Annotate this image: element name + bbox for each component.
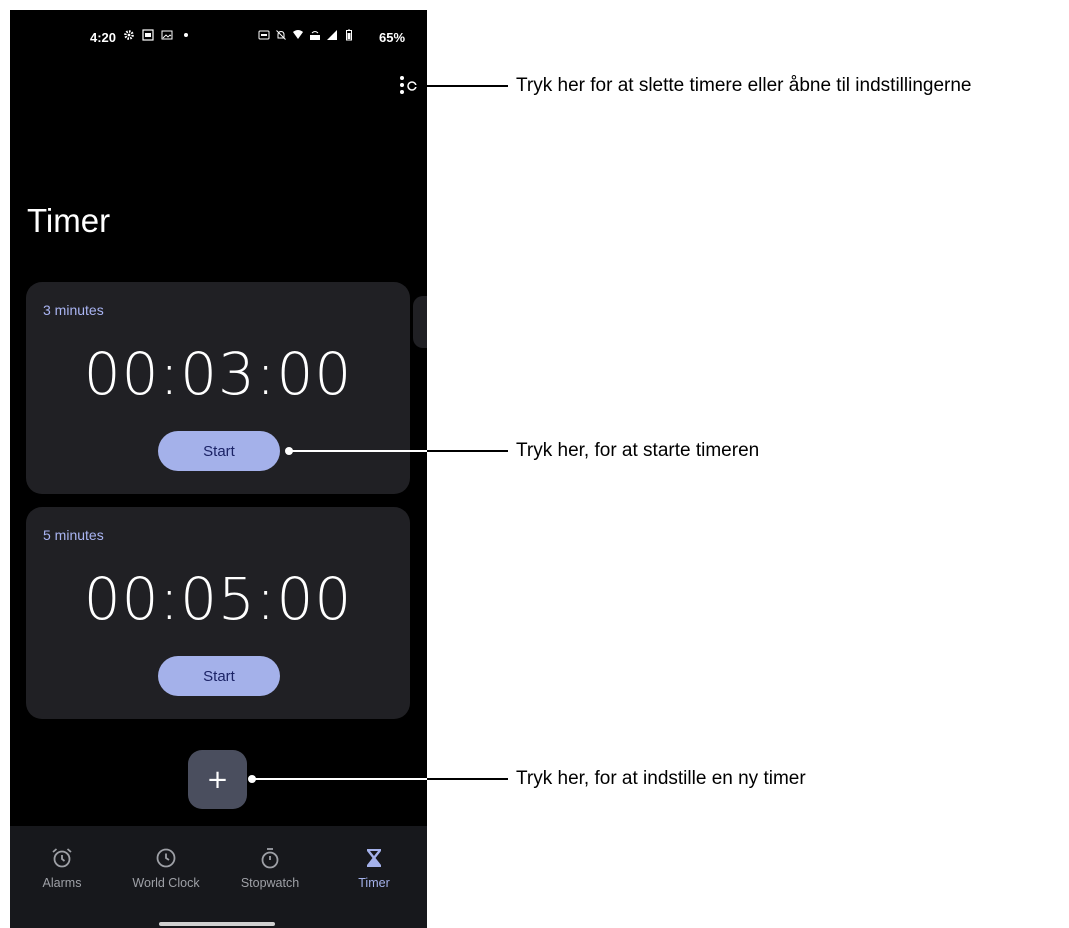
nav-label: Stopwatch bbox=[240, 876, 300, 890]
signal-icon bbox=[327, 30, 337, 40]
nav-item-world-clock[interactable]: World Clock bbox=[114, 826, 218, 906]
add-timer-button[interactable]: + bbox=[188, 750, 247, 809]
stopwatch-icon bbox=[261, 848, 279, 869]
gear-icon bbox=[124, 30, 134, 40]
status-right-icons bbox=[258, 29, 355, 41]
status-left-icons bbox=[123, 29, 192, 41]
timer-display: 00:03:00 bbox=[83, 340, 353, 408]
timer-card[interactable]: 3 minutes 00:03:00 Start bbox=[26, 282, 410, 494]
home-indicator[interactable] bbox=[159, 922, 275, 926]
more-vert-icon-dot bbox=[400, 90, 404, 94]
annotation-start: Tryk her, for at starte timeren bbox=[516, 440, 760, 461]
timer-label: 5 minutes bbox=[43, 527, 104, 543]
photo-icon bbox=[161, 30, 173, 40]
annotation-menu: Tryk her for at slette timere eller åbne… bbox=[516, 75, 972, 96]
volte-icon bbox=[310, 31, 320, 40]
nav-item-stopwatch[interactable]: Stopwatch bbox=[218, 826, 322, 906]
start-button[interactable]: Start bbox=[158, 431, 280, 471]
next-card-peek bbox=[413, 296, 427, 348]
more-options-button[interactable] bbox=[392, 72, 412, 98]
battery-percent: 65% bbox=[379, 30, 406, 45]
nav-label: Alarms bbox=[42, 876, 82, 890]
clock-icon bbox=[156, 848, 176, 868]
nav-label: World Clock bbox=[132, 876, 200, 890]
timer-display: 00:05:00 bbox=[83, 565, 353, 633]
status-bar: 4:20 65% bbox=[10, 10, 427, 50]
alarm-icon bbox=[52, 848, 72, 868]
timer-label: 3 minutes bbox=[43, 302, 104, 318]
auto-icon bbox=[258, 30, 270, 40]
phone-screen: 4:20 65% Timer 3 minutes 00:03:00 Start … bbox=[10, 10, 427, 928]
dot-icon bbox=[184, 33, 188, 37]
page-title: Timer bbox=[27, 202, 111, 239]
nav-label: Timer bbox=[358, 876, 390, 890]
timer-card[interactable]: 5 minutes 00:05:00 Start bbox=[26, 507, 410, 719]
wifi-icon bbox=[293, 30, 303, 39]
mute-icon bbox=[276, 30, 286, 40]
nav-item-alarms[interactable]: Alarms bbox=[10, 826, 114, 906]
start-button[interactable]: Start bbox=[158, 656, 280, 696]
annotation-add: Tryk her, for at indstille en ny timer bbox=[516, 768, 806, 789]
status-time: 4:20 bbox=[90, 30, 117, 45]
nav-item-timer[interactable]: Timer bbox=[322, 826, 426, 906]
image-icon bbox=[142, 29, 154, 41]
hourglass-icon bbox=[367, 849, 381, 867]
bottom-navigation: Alarms World Clock Stopwatch Timer bbox=[10, 826, 427, 928]
more-vert-icon-dot bbox=[400, 83, 404, 87]
more-vert-icon bbox=[400, 76, 404, 80]
battery-icon bbox=[346, 29, 352, 41]
